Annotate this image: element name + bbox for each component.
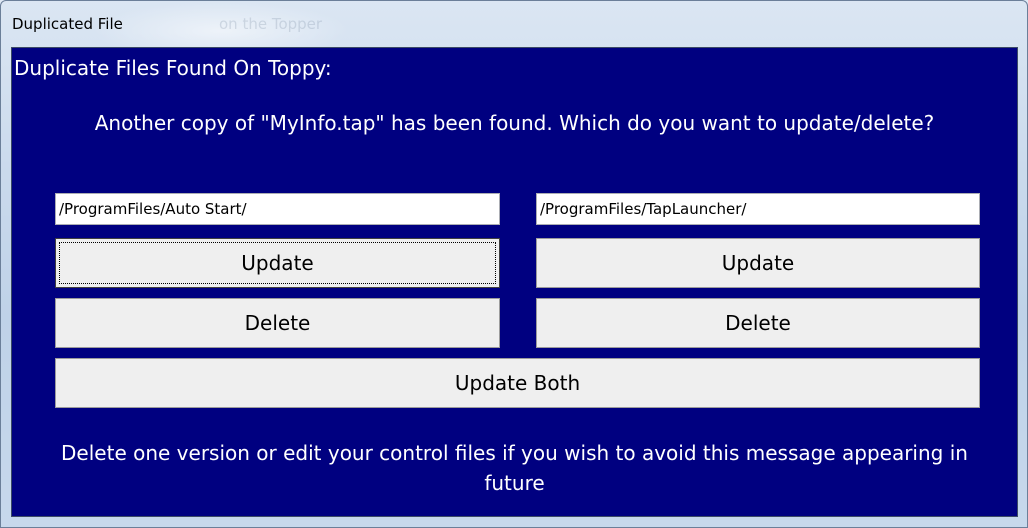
left-path-field[interactable]: [55, 193, 500, 225]
update-both-button[interactable]: Update Both: [55, 358, 980, 408]
dialog-heading: Duplicate Files Found On Toppy:: [14, 56, 332, 80]
footer-hint: Delete one version or edit your control …: [61, 441, 968, 495]
dialog-client-area: Duplicate Files Found On Toppy: Another …: [11, 47, 1018, 517]
left-update-label: Update: [241, 251, 314, 275]
window-title: Duplicated File: [12, 15, 123, 33]
title-bar[interactable]: Duplicated File on the Topper: [1, 1, 1027, 47]
left-update-button[interactable]: Update: [55, 238, 500, 288]
right-delete-button[interactable]: Delete: [536, 298, 980, 348]
update-both-label: Update Both: [454, 371, 581, 395]
left-delete-label: Delete: [244, 311, 311, 335]
right-path-field[interactable]: [536, 193, 980, 225]
background-ghost-text: on the Topper: [219, 15, 323, 33]
right-update-button[interactable]: Update: [536, 238, 980, 288]
right-delete-label: Delete: [725, 311, 791, 335]
right-update-label: Update: [721, 251, 795, 275]
left-delete-button[interactable]: Delete: [55, 298, 500, 348]
dialog-window: Duplicated File on the Topper Duplicate …: [0, 0, 1028, 528]
duplicate-message: Another copy of "MyInfo.tap" has been fo…: [94, 111, 935, 135]
